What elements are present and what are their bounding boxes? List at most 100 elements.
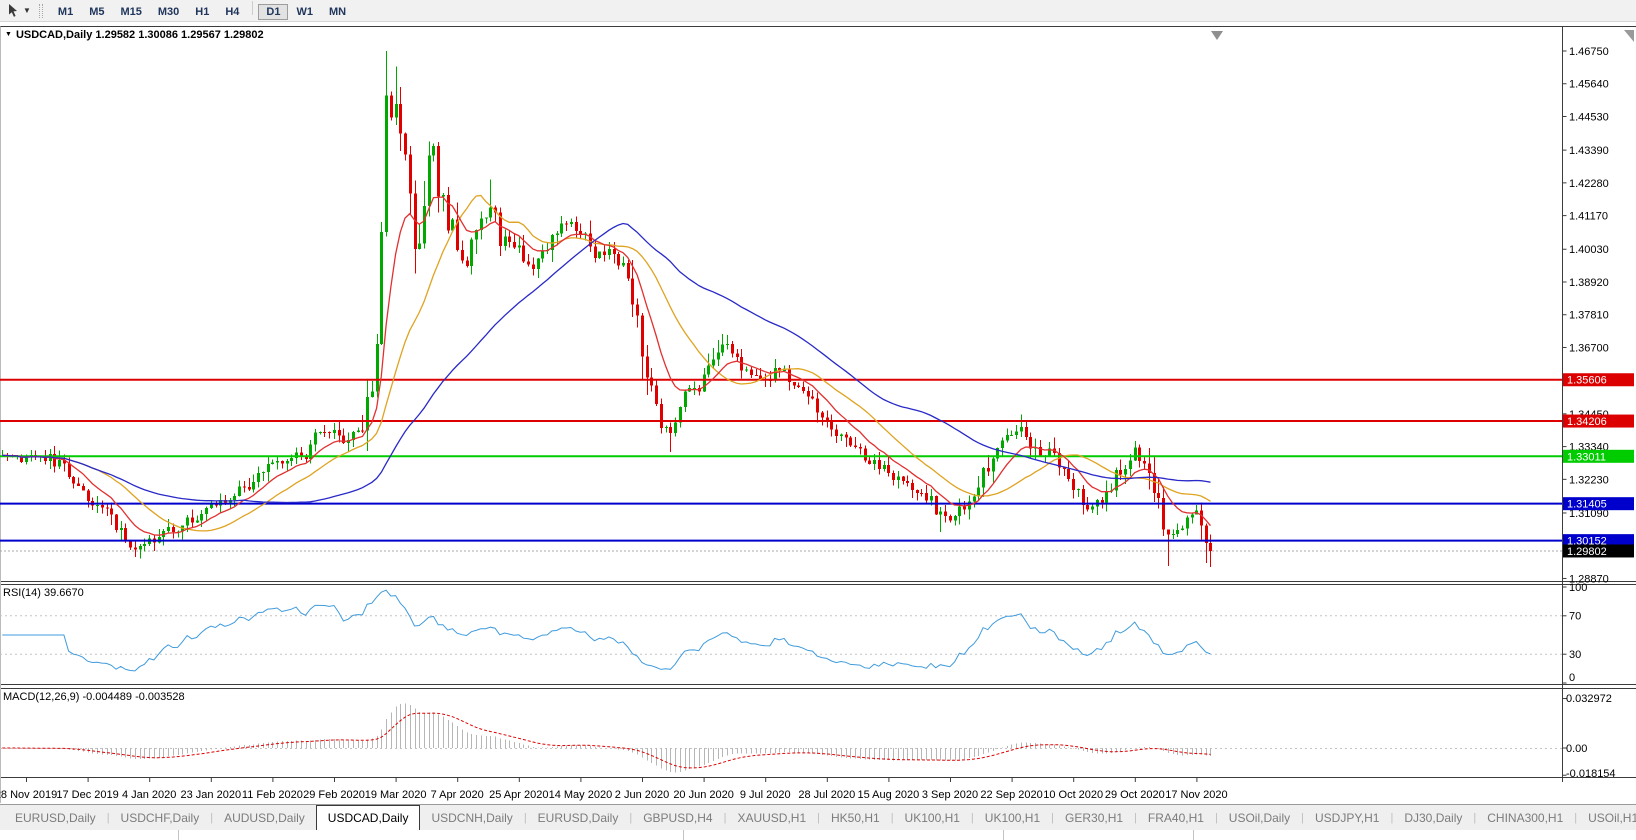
chart-tab-ger30-h1[interactable]: GER30,H1 — [1054, 805, 1134, 830]
macd-signal-line — [2, 712, 1211, 769]
indicator-levels: 100 70 30 0 0.032972 0.00 -0.018154 — [0, 582, 1616, 780]
top-toolbar: ▼ M1 M5 M15 M30 H1 H4 D1 W1 MN — [0, 0, 1636, 22]
statusbar-separator — [1193, 830, 1194, 840]
timeframe-button-m5[interactable]: M5 — [81, 4, 112, 20]
ohlc-values: 1.29582 1.30086 1.29567 1.29802 — [95, 29, 264, 41]
svg-text:25 Apr 2020: 25 Apr 2020 — [489, 789, 548, 801]
svg-text:1.41170: 1.41170 — [1569, 211, 1608, 223]
chart-tab-eurusd-daily[interactable]: EURUSD,Daily — [527, 805, 630, 830]
svg-text:1.40030: 1.40030 — [1569, 244, 1609, 256]
timeframe-button-h4[interactable]: H4 — [217, 4, 247, 20]
timeframe-button-m30[interactable]: M30 — [150, 4, 187, 20]
timeframe-button-m15[interactable]: M15 — [112, 4, 149, 20]
svg-text:28 Jul 2020: 28 Jul 2020 — [798, 789, 855, 801]
svg-text:1.46750: 1.46750 — [1569, 46, 1609, 58]
cursor-dropdown-caret-icon[interactable]: ▼ — [23, 6, 31, 15]
svg-text:10 Oct 2020: 10 Oct 2020 — [1043, 789, 1103, 801]
svg-text:1.34206: 1.34206 — [1567, 416, 1607, 428]
chart-tab-uk100-h1[interactable]: UK100,H1 — [894, 805, 971, 830]
chart-tab-usdjpy-h1[interactable]: USDJPY,H1 — [1304, 805, 1390, 830]
svg-text:23 Jan 2020: 23 Jan 2020 — [181, 789, 242, 801]
chart-tab-china300-h1[interactable]: CHINA300,H1 — [1476, 805, 1574, 830]
chart-tab-gbpusd-h4[interactable]: GBPUSD,H4 — [632, 805, 723, 830]
svg-text:22 Sep 2020: 22 Sep 2020 — [980, 789, 1042, 801]
svg-text:0.032972: 0.032972 — [1566, 693, 1612, 705]
svg-text:1.32230: 1.32230 — [1569, 474, 1609, 486]
statusbar-separator — [683, 830, 684, 840]
timeframe-button-d1[interactable]: D1 — [258, 4, 289, 20]
svg-text:3 Sep 2020: 3 Sep 2020 — [922, 789, 978, 801]
symbol-timeframe-label: USDCAD,Daily — [15, 29, 93, 41]
price-axis-labels: 1.356061.342061.330111.314051.301521.298… — [1563, 373, 1634, 558]
svg-text:70: 70 — [1569, 611, 1581, 623]
svg-text:1.44530: 1.44530 — [1569, 111, 1609, 123]
chart-tab-usoil-daily[interactable]: USOil,Daily — [1218, 805, 1301, 830]
svg-text:4 Jan 2020: 4 Jan 2020 — [122, 789, 176, 801]
statusbar-separator — [178, 830, 179, 840]
chart-tab-usdcad-daily[interactable]: USDCAD,Daily — [315, 805, 421, 830]
chart-shift-marker-icon[interactable] — [1211, 31, 1223, 40]
svg-text:1.43390: 1.43390 — [1569, 145, 1609, 157]
chart-tab-xauusd-h1[interactable]: XAUUSD,H1 — [726, 805, 817, 830]
macd-indicator-label: MACD(12,26,9) -0.004489 -0.003528 — [3, 691, 185, 703]
chart-canvas[interactable]: 1.46750 1.45640 1.44530 1.43390 1.42280 1.411… — [0, 26, 1636, 804]
svg-text:15 Aug 2020: 15 Aug 2020 — [858, 789, 920, 801]
rsi-indicator-label: RSI(14) 39.6670 — [3, 587, 84, 599]
macd-histogram — [7, 703, 1211, 773]
status-strip — [0, 830, 1636, 840]
timeframe-button-group: M1 M5 M15 M30 H1 H4 D1 W1 MN — [50, 1, 354, 20]
chart-tab-uk100-h1[interactable]: UK100,H1 — [974, 805, 1051, 830]
cursor-tool-icon[interactable] — [4, 3, 22, 19]
timeframe-button-w1[interactable]: W1 — [288, 4, 321, 20]
hline-levels[interactable] — [0, 378, 1562, 542]
chart-tab-hk50-h1[interactable]: HK50,H1 — [820, 805, 891, 830]
moving-averages — [2, 194, 1211, 536]
svg-text:-0.018154: -0.018154 — [1566, 768, 1616, 780]
svg-text:30: 30 — [1569, 649, 1581, 661]
svg-text:7 Apr 2020: 7 Apr 2020 — [431, 789, 484, 801]
svg-text:14 May 2020: 14 May 2020 — [549, 789, 613, 801]
svg-text:29 Oct 2020: 29 Oct 2020 — [1105, 789, 1165, 801]
svg-text:11 Feb 2020: 11 Feb 2020 — [242, 789, 303, 801]
statusbar-separator — [1003, 830, 1004, 840]
symbol-dropdown-icon[interactable]: ▼ — [5, 31, 12, 38]
svg-text:1.35606: 1.35606 — [1567, 375, 1607, 387]
rsi-line — [2, 589, 1211, 672]
chart-tab-usdcnh-daily[interactable]: USDCNH,Daily — [420, 805, 523, 830]
chart-title: ▼ USDCAD,Daily 1.29582 1.30086 1.29567 1.… — [5, 29, 264, 41]
timeframe-button-m1[interactable]: M1 — [50, 4, 81, 20]
chart-tab-usoil-h1[interactable]: USOil,H1 — [1577, 805, 1636, 830]
svg-text:1.31405: 1.31405 — [1567, 499, 1607, 511]
svg-text:1.33011: 1.33011 — [1567, 451, 1606, 463]
svg-text:0: 0 — [1569, 672, 1575, 684]
candles-layer — [1, 51, 1212, 567]
svg-text:20 Jun 2020: 20 Jun 2020 — [673, 789, 734, 801]
chart-tab-dj30-daily[interactable]: DJ30,Daily — [1393, 805, 1473, 830]
svg-text:28 Nov 2019: 28 Nov 2019 — [0, 789, 57, 801]
svg-text:2 Jun 2020: 2 Jun 2020 — [615, 789, 669, 801]
svg-text:1.29802: 1.29802 — [1567, 546, 1607, 558]
timeframe-button-mn[interactable]: MN — [321, 4, 354, 20]
symbol-tabbar: EURUSD,Daily | USDCHF,Daily | AUDUSD,Daily US… — [0, 804, 1636, 830]
date-axis[interactable]: 28 Nov 2019 17 Dec 2019 4 Jan 2020 23 Jan 2… — [0, 777, 1228, 802]
svg-text:1.45640: 1.45640 — [1569, 79, 1609, 91]
chart-tab-fra40-h1[interactable]: FRA40,H1 — [1137, 805, 1215, 830]
svg-text:19 Mar 2020: 19 Mar 2020 — [365, 789, 427, 801]
chart-tab-usdchf-daily[interactable]: USDCHF,Daily — [110, 805, 211, 830]
svg-text:1.42280: 1.42280 — [1569, 178, 1609, 190]
svg-text:0.00: 0.00 — [1566, 743, 1587, 755]
toolbar-grip-handle[interactable] — [38, 3, 43, 18]
svg-text:1.37810: 1.37810 — [1569, 310, 1609, 322]
svg-text:17 Dec 2019: 17 Dec 2019 — [56, 789, 118, 801]
chart-tab-audusd-daily[interactable]: AUDUSD,Daily — [213, 805, 316, 830]
svg-text:17 Nov 2020: 17 Nov 2020 — [1165, 789, 1227, 801]
chart-tab-eurusd-daily[interactable]: EURUSD,Daily — [4, 805, 107, 830]
svg-text:29 Feb 2020: 29 Feb 2020 — [303, 789, 365, 801]
svg-text:1.38920: 1.38920 — [1569, 277, 1609, 289]
svg-text:1.36700: 1.36700 — [1569, 342, 1609, 354]
timeframe-button-h1[interactable]: H1 — [187, 4, 217, 20]
svg-text:100: 100 — [1569, 582, 1587, 594]
scroll-corner-marker-icon[interactable] — [1624, 30, 1634, 42]
svg-text:9 Jul 2020: 9 Jul 2020 — [740, 789, 791, 801]
toolbar-separator — [252, 1, 254, 15]
